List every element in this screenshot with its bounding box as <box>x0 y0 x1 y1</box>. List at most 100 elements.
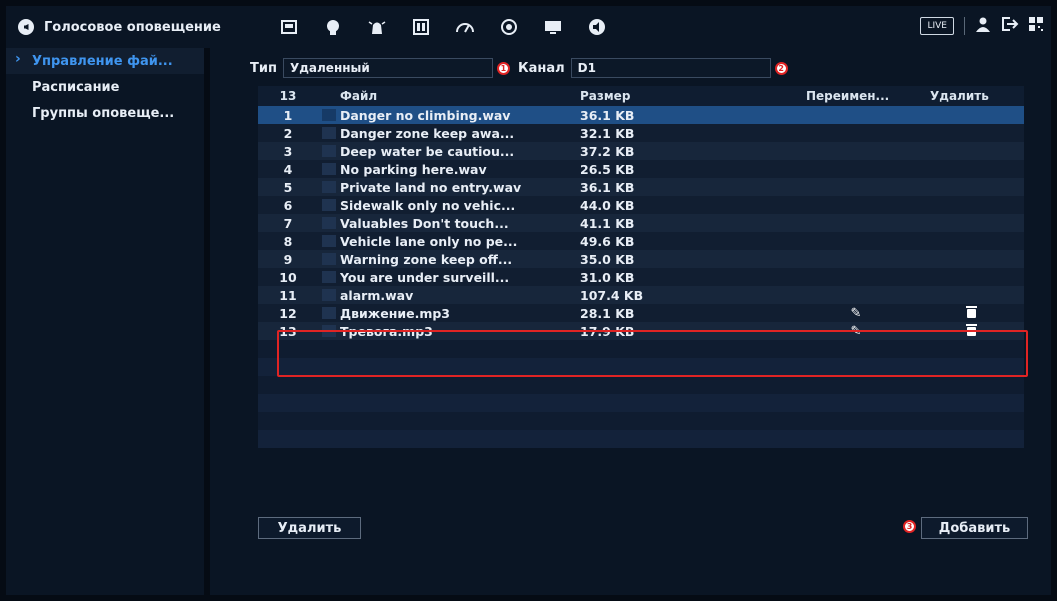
row-checkbox[interactable] <box>318 145 340 157</box>
logout-icon[interactable] <box>1001 16 1019 36</box>
table-header: 13 Файл Размер Переимен... Удалить <box>258 86 1024 106</box>
camera-settings-icon[interactable] <box>278 17 300 37</box>
table-row[interactable]: 9 Warning zone keep off... 35.0 KB <box>258 250 1024 268</box>
row-file-size: 36.1 KB <box>580 107 635 123</box>
row-file-size: 44.0 KB <box>580 197 635 213</box>
row-file-name: Vehicle lane only no pe... <box>340 233 518 249</box>
table-row[interactable]: 3 Deep water be cautiou... 37.2 KB <box>258 142 1024 160</box>
row-number: 9 <box>283 251 293 267</box>
row-file-size: 36.1 KB <box>580 179 635 195</box>
table-row[interactable]: 5 Private land no entry.wav 36.1 KB <box>258 178 1024 196</box>
channel-select-value: D1 <box>577 61 596 75</box>
row-checkbox[interactable] <box>318 217 340 229</box>
row-file-size: 32.1 KB <box>580 125 635 141</box>
step-marker-3: 3 <box>903 520 916 533</box>
channel-select[interactable]: D1 <box>570 58 771 78</box>
table-row[interactable]: 11 alarm.wav 107.4 KB <box>258 286 1024 304</box>
row-file-name: Deep water be cautiou... <box>340 143 515 159</box>
table-row[interactable]: 10 You are under surveill... 31.0 KB <box>258 268 1024 286</box>
row-file-size: 26.5 KB <box>580 161 635 177</box>
row-checkbox[interactable] <box>318 199 340 211</box>
file-table: 13 Файл Размер Переимен... Удалить 1 Dan… <box>258 86 1024 448</box>
type-label: Тип <box>250 60 277 76</box>
alarm-light-icon[interactable] <box>366 17 388 37</box>
sidebar-item-broadcast-groups[interactable]: Группы оповеще... <box>6 100 204 126</box>
row-checkbox[interactable] <box>318 127 340 139</box>
channel-label: Канал <box>517 60 565 76</box>
row-checkbox[interactable] <box>318 163 340 175</box>
table-row[interactable]: 7 Valuables Don't touch... 41.1 KB <box>258 214 1024 232</box>
sidebar-item-schedule[interactable]: Расписание <box>6 74 204 100</box>
sidebar-item-label: Управление фай... <box>32 53 173 69</box>
table-row[interactable]: 13 Тревога.mp3 17.9 KB ✎ <box>258 322 1024 340</box>
row-file-name: Private land no entry.wav <box>340 179 522 195</box>
main-content: Тип Удаленный 1 Канал D1 2 13 Файл Разме… <box>210 48 1051 595</box>
empty-row <box>258 412 1024 430</box>
table-row[interactable]: 4 No parking here.wav 26.5 KB <box>258 160 1024 178</box>
table-row[interactable]: 12 Движение.mp3 28.1 KB ✎ <box>258 304 1024 322</box>
filter-bar: Тип Удаленный 1 Канал D1 2 <box>250 58 788 78</box>
row-number: 7 <box>283 215 293 231</box>
type-select-value: Удаленный <box>289 61 370 75</box>
delete-trash-icon[interactable] <box>965 323 977 336</box>
rename-pencil-icon[interactable]: ✎ <box>851 324 862 339</box>
row-file-name: Warning zone keep off... <box>340 251 513 267</box>
qr-code-icon[interactable] <box>1029 16 1043 36</box>
row-number: 1 <box>283 107 293 123</box>
top-menu-icons <box>278 17 608 37</box>
empty-row <box>258 340 1024 358</box>
audio-icon[interactable] <box>586 17 608 37</box>
step-marker-1: 1 <box>496 61 510 75</box>
row-file-name: Тревога.mp3 <box>340 323 433 339</box>
header-title-area: Голосовое оповещение <box>6 19 256 35</box>
sidebar: Управление фай... Расписание Группы опов… <box>6 48 204 595</box>
storage-icon[interactable] <box>410 17 432 37</box>
header-delete: Удалить <box>930 89 989 103</box>
empty-row <box>258 394 1024 412</box>
row-checkbox[interactable] <box>318 271 340 283</box>
row-checkbox[interactable] <box>318 181 340 193</box>
header-file: Файл <box>340 89 378 103</box>
display-icon[interactable] <box>542 17 564 37</box>
row-number: 2 <box>283 125 293 141</box>
speed-icon[interactable] <box>454 17 476 37</box>
row-file-size: 35.0 KB <box>580 251 635 267</box>
step-marker-2: 2 <box>774 61 788 75</box>
add-button[interactable]: Добавить <box>921 517 1028 539</box>
top-right-controls: LIVE <box>920 16 1043 36</box>
rename-pencil-icon[interactable]: ✎ <box>851 306 862 321</box>
row-number: 11 <box>279 287 297 303</box>
record-icon[interactable] <box>498 17 520 37</box>
empty-row <box>258 376 1024 394</box>
network-icon[interactable] <box>322 17 344 37</box>
sidebar-item-label: Расписание <box>32 79 120 95</box>
row-checkbox[interactable] <box>318 253 340 265</box>
row-checkbox[interactable] <box>318 307 340 319</box>
delete-button[interactable]: Удалить <box>258 517 361 539</box>
row-number: 12 <box>279 305 297 321</box>
row-checkbox[interactable] <box>318 289 340 301</box>
header-count: 13 <box>279 89 297 103</box>
sidebar-item-file-management[interactable]: Управление фай... <box>6 48 204 74</box>
live-button[interactable]: LIVE <box>920 17 954 35</box>
speaker-icon <box>18 19 34 35</box>
row-number: 13 <box>279 323 297 339</box>
delete-trash-icon[interactable] <box>965 305 977 318</box>
row-file-name: alarm.wav <box>340 287 414 303</box>
empty-row <box>258 430 1024 448</box>
table-row[interactable]: 1 Danger no climbing.wav 36.1 KB <box>258 106 1024 124</box>
row-file-name: Danger no climbing.wav <box>340 107 511 123</box>
user-icon[interactable] <box>975 16 991 36</box>
separator <box>964 17 965 35</box>
table-row[interactable]: 6 Sidewalk only no vehic... 44.0 KB <box>258 196 1024 214</box>
row-checkbox[interactable] <box>318 109 340 121</box>
row-checkbox[interactable] <box>318 235 340 247</box>
row-file-size: 41.1 KB <box>580 215 635 231</box>
row-file-size: 28.1 KB <box>580 305 635 321</box>
row-checkbox[interactable] <box>318 325 340 337</box>
type-select[interactable]: Удаленный <box>282 58 493 78</box>
table-row[interactable]: 2 Danger zone keep awa... 32.1 KB <box>258 124 1024 142</box>
row-file-name: You are under surveill... <box>340 269 510 285</box>
table-row[interactable]: 8 Vehicle lane only no pe... 49.6 KB <box>258 232 1024 250</box>
row-file-size: 31.0 KB <box>580 269 635 285</box>
